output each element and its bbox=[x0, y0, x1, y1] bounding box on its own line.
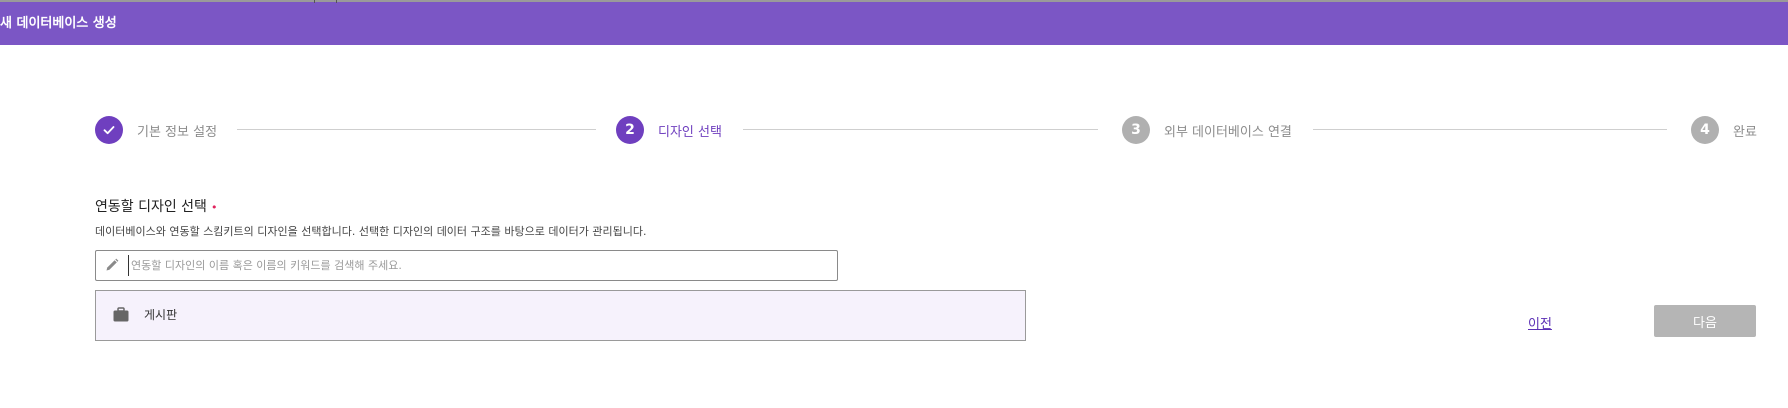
step-label: 외부 데이터베이스 연결 bbox=[1164, 124, 1292, 140]
step-connector bbox=[743, 129, 1098, 130]
pencil-icon bbox=[104, 257, 120, 273]
step-number: 3 bbox=[1122, 116, 1150, 144]
check-icon bbox=[95, 116, 123, 144]
page-title: 새 데이터베이스 생성 bbox=[0, 16, 117, 31]
top-divider-tick bbox=[336, 0, 337, 3]
design-item-name: 게시판 bbox=[144, 308, 178, 322]
section-title: 연동할 디자인 선택 • bbox=[95, 196, 217, 216]
section-title-text: 연동할 디자인 선택 bbox=[95, 199, 207, 215]
next-button[interactable]: 다음 bbox=[1654, 305, 1756, 337]
step-complete: 4 완료 bbox=[1691, 115, 1757, 145]
step-basic-info: 기본 정보 설정 bbox=[95, 115, 217, 145]
step-label: 디자인 선택 bbox=[658, 124, 722, 140]
step-external-db: 3 외부 데이터베이스 연결 bbox=[1122, 115, 1292, 145]
prev-button[interactable]: 이전 bbox=[1528, 313, 1552, 332]
design-search-box[interactable] bbox=[95, 250, 838, 281]
section-description: 데이터베이스와 연동할 스킴키트의 디자인을 선택합니다. 선택한 디자인의 데… bbox=[95, 225, 647, 238]
step-connector bbox=[237, 129, 596, 130]
stepper: 기본 정보 설정 2 디자인 선택 3 외부 데이터베이스 연결 4 완료 bbox=[95, 115, 1757, 145]
top-divider-tick bbox=[314, 0, 315, 3]
step-number: 2 bbox=[616, 116, 644, 144]
step-connector bbox=[1313, 129, 1667, 130]
step-label: 완료 bbox=[1733, 124, 1757, 140]
title-bar: 새 데이터베이스 생성 bbox=[0, 0, 1788, 45]
step-label: 기본 정보 설정 bbox=[137, 124, 218, 140]
briefcase-icon bbox=[112, 306, 130, 324]
step-number: 4 bbox=[1691, 116, 1719, 144]
design-search-input[interactable] bbox=[128, 255, 831, 276]
required-mark: • bbox=[210, 201, 218, 214]
design-item-board[interactable]: 게시판 bbox=[95, 290, 1026, 341]
step-design-select: 2 디자인 선택 bbox=[616, 115, 722, 145]
